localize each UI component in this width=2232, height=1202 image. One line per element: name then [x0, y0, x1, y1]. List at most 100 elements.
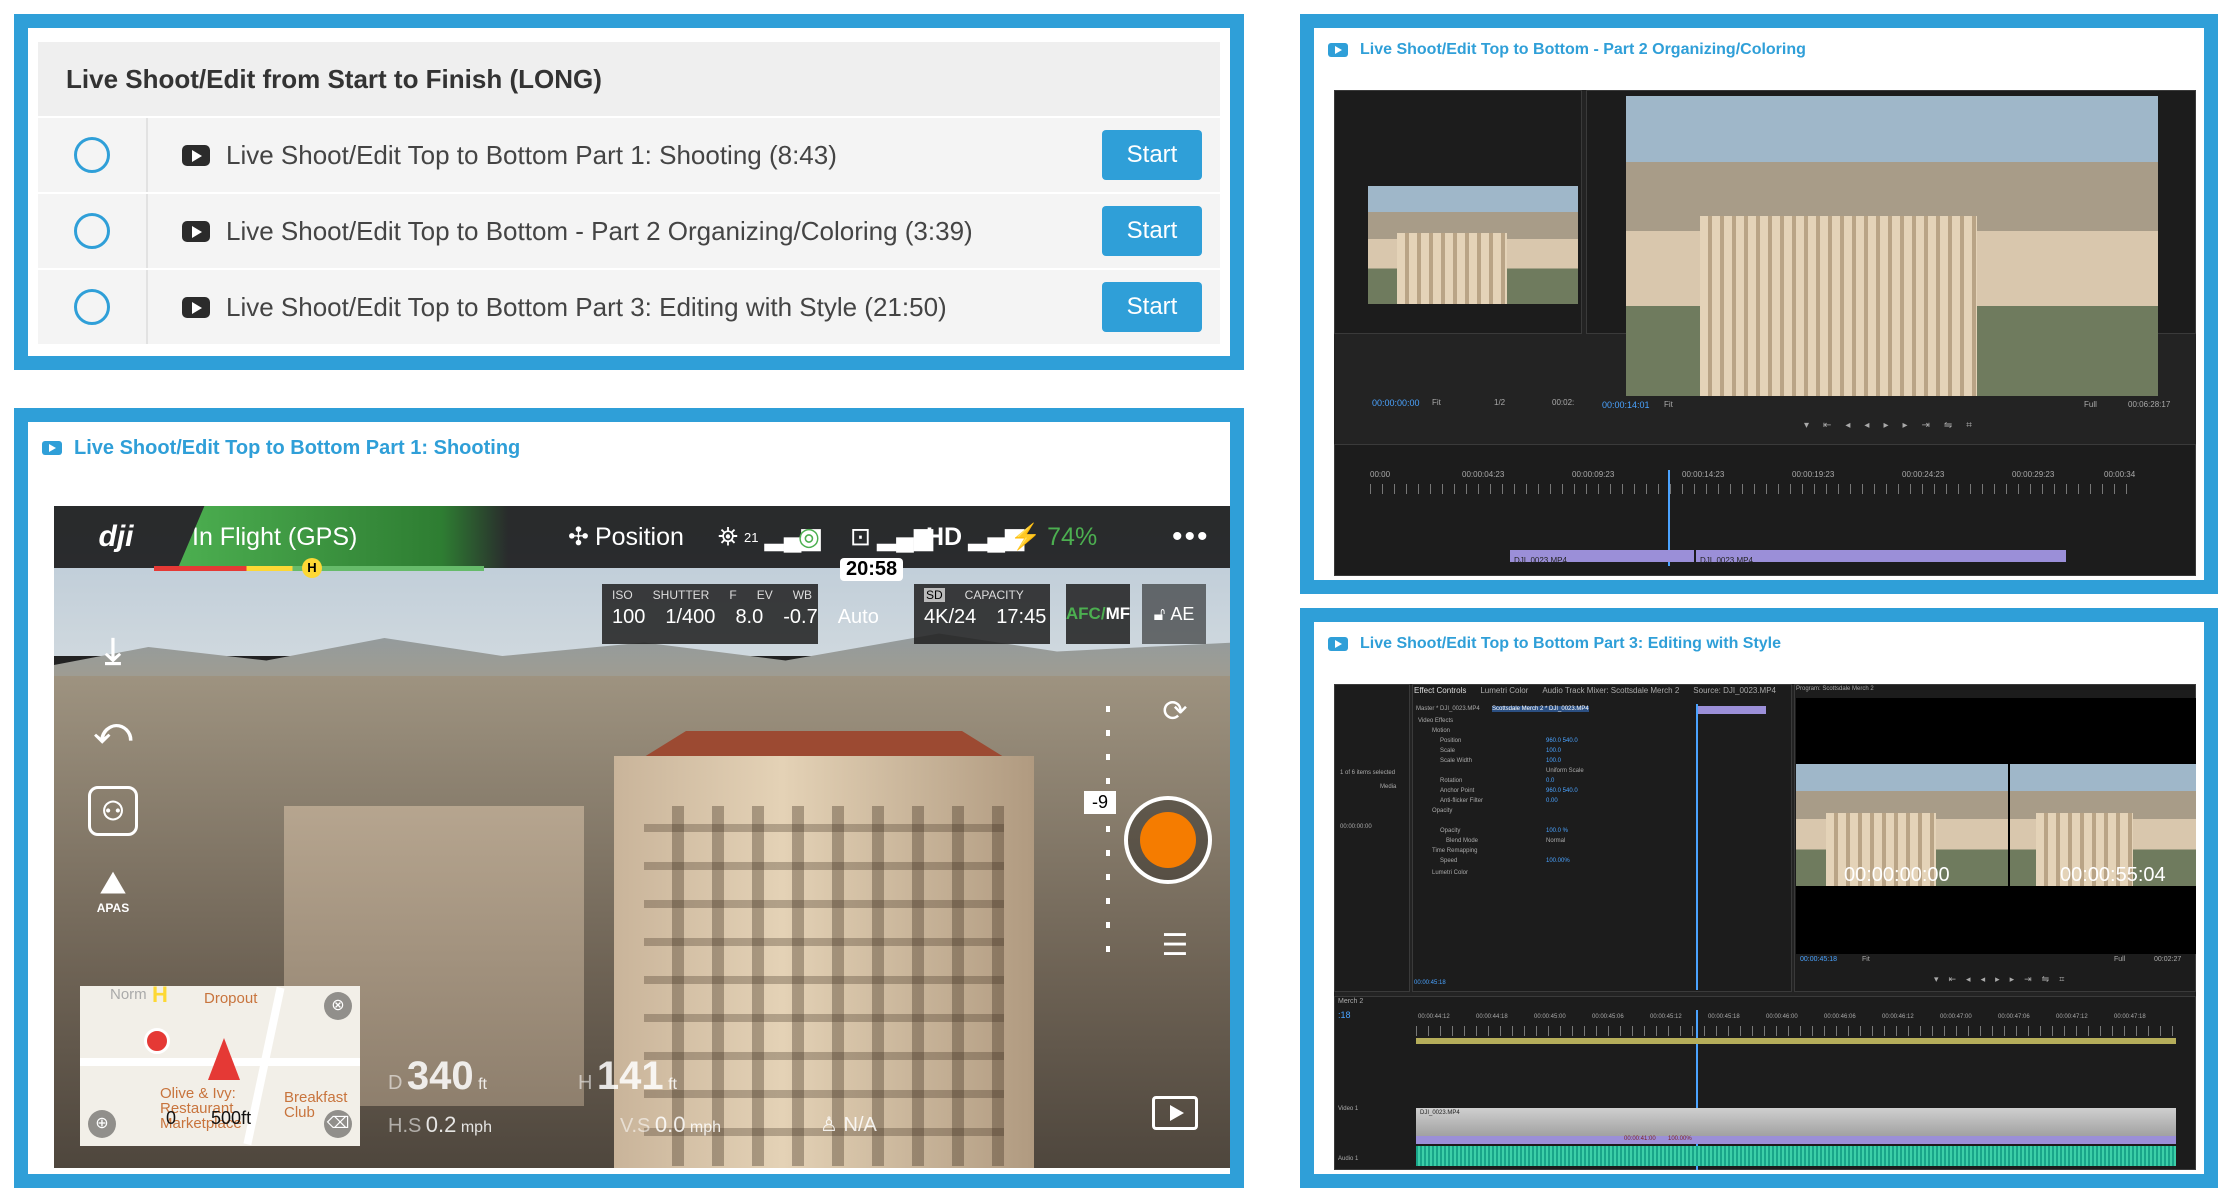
premiere-screen[interactable]: 00:00:00:00 Fit 1/2 00:02: 00:00:14:01 F… [1334, 90, 2196, 576]
lesson-title[interactable]: Live Shoot/Edit Top to Bottom Part 1: Sh… [226, 140, 1102, 171]
lesson-checkbox[interactable] [38, 270, 148, 344]
video-title-bar[interactable]: Live Shoot/Edit Top to Bottom Part 1: Sh… [28, 422, 1230, 474]
position-value[interactable]: 960.0 540.0 [1546, 738, 1578, 744]
quality-dropdown[interactable]: Full [2114, 956, 2125, 963]
tab-effect-controls[interactable]: Effect Controls [1414, 686, 1466, 695]
start-button[interactable]: Start [1102, 206, 1202, 256]
effect-clip[interactable] [1696, 706, 1766, 714]
effect-row[interactable]: Motion [1432, 728, 1450, 734]
transport-controls[interactable]: ▾⇤◂◂▸▸⇥⇋⌗ [1934, 974, 2074, 985]
dji-go-screen[interactable]: dji In Flight (GPS) H ✣ Position ⛯ 21 ▂▄… [54, 506, 1230, 1168]
scale-value[interactable]: 100.0 [1546, 748, 1561, 754]
timeline-ruler[interactable] [1370, 484, 2130, 494]
clip-name: DJI_0023.MP4 [1700, 556, 1753, 565]
lesson-title[interactable]: Live Shoot/Edit Top to Bottom - Part 2 O… [226, 216, 1102, 247]
lesson-row[interactable]: Live Shoot/Edit Top to Bottom - Part 2 O… [38, 192, 1220, 268]
project-bin[interactable] [1334, 684, 1410, 992]
camera-settings[interactable]: ISO SHUTTER F EV WB 100 1/400 8.0 -0.7 A… [602, 584, 879, 644]
map-home-marker: H [152, 986, 168, 1007]
camera-settings-icon[interactable]: ☰ [1152, 928, 1198, 974]
target-icon[interactable]: ⊗ [324, 992, 352, 1020]
work-area-bar[interactable] [1416, 1038, 2176, 1044]
blend-mode-value[interactable]: Normal [1546, 838, 1565, 844]
apas-button[interactable]: ⛰ APAS [88, 866, 138, 916]
adjustment-clip[interactable] [1416, 1136, 2176, 1144]
master-clip[interactable]: Master * DJI_0023.MP4 [1416, 706, 1480, 712]
program-tab[interactable]: Program: Scottsdale Merch 2 [1796, 686, 1874, 692]
ruler-mark: 00:00:45:12 [1650, 1014, 1682, 1020]
zoom-icon[interactable]: ⊕ [88, 1110, 116, 1138]
premiere-screen[interactable]: 1 of 6 items selected Media 00:00:00:00 … [1334, 684, 2196, 1170]
start-button[interactable]: Start [1102, 130, 1202, 180]
video-title-bar[interactable]: Live Shoot/Edit Top to Bottom Part 3: Ed… [1314, 622, 2204, 666]
map-scale-distance: 500ft [211, 1108, 252, 1128]
ruler-mark: 00:00:47:06 [1998, 1014, 2030, 1020]
transport-controls[interactable]: ▾⇤◂◂▸▸⇥⇋⌗ [1804, 420, 1986, 431]
clip-name: DJI_0023.MP4 [1514, 556, 1567, 565]
lesson-title[interactable]: Live Shoot/Edit Top to Bottom Part 3: Ed… [226, 292, 1102, 323]
ruler-mark: 00:00:45:18 [1708, 1014, 1740, 1020]
mini-map[interactable]: Dropout Norm H Olive & Ivy: Restaurant M… [80, 986, 360, 1146]
remote-controller-icon[interactable]: ⚇ [88, 786, 138, 836]
resolution-dropdown[interactable]: 1/2 [1494, 398, 1505, 407]
start-button[interactable]: Start [1102, 282, 1202, 332]
tab-lumetri-color[interactable]: Lumetri Color [1480, 686, 1528, 695]
storage-info[interactable]: SD CAPACITY 4K/24 17:45 [914, 584, 1050, 644]
video-title-bar[interactable]: Live Shoot/Edit Top to Bottom - Part 2 O… [1314, 28, 2204, 72]
timeline-clip[interactable]: DJI_0023.MP4 [1696, 550, 2066, 565]
record-button[interactable] [1124, 796, 1212, 884]
fit-dropdown[interactable]: Fit [1664, 400, 1673, 409]
ruler-mark: 00:00:47:00 [1940, 1014, 1972, 1020]
playback-button[interactable] [1152, 1096, 1198, 1130]
video-title[interactable]: Live Shoot/Edit Top to Bottom Part 3: Ed… [1360, 635, 1781, 653]
lesson-checkbox[interactable] [38, 118, 148, 192]
anchor-value[interactable]: 960.0 540.0 [1546, 788, 1578, 794]
lesson-row[interactable]: Live Shoot/Edit Top to Bottom Part 3: Ed… [38, 268, 1220, 344]
effect-row[interactable]: Opacity [1432, 808, 1452, 814]
opacity-value[interactable]: 100.0 % [1546, 828, 1568, 834]
audio-waveform[interactable] [1416, 1146, 2176, 1166]
ae-lock-button[interactable]: 🔓︎ AE [1142, 584, 1206, 644]
sequence-tab[interactable]: Merch 2 [1338, 998, 1363, 1005]
video-icon [1328, 43, 1348, 57]
tab-source[interactable]: Source: DJI_0023.MP4 [1693, 686, 1776, 695]
playhead[interactable] [1696, 704, 1698, 990]
more-menu-button[interactable]: ••• [1172, 506, 1210, 568]
video-clip[interactable] [1416, 1108, 2176, 1138]
takeoff-icon[interactable]: ⤓ [88, 626, 138, 676]
sequence-clip[interactable]: Scottsdale Merch 2 * DJI_0023.MP4 [1492, 706, 1589, 712]
obstacle-sensing-icon[interactable]: ◎ [798, 506, 820, 568]
battery[interactable]: ⚡ 74% [1010, 506, 1097, 568]
video-icon [42, 441, 62, 455]
tab-audio-mixer[interactable]: Audio Track Mixer: Scottsdale Merch 2 [1542, 686, 1679, 695]
anti-flicker-value[interactable]: 0.00 [1546, 798, 1558, 804]
scale-width-value[interactable]: 100.0 [1546, 758, 1561, 764]
timeline-ruler[interactable] [1416, 1026, 2176, 1036]
fit-dropdown[interactable]: Fit [1862, 956, 1870, 963]
speed-value[interactable]: 100.00% [1546, 858, 1570, 864]
lesson-checkbox[interactable] [38, 194, 148, 268]
video-title[interactable]: Live Shoot/Edit Top to Bottom - Part 2 O… [1360, 41, 1806, 59]
flight-mode[interactable]: ✣ Position [568, 506, 684, 568]
flight-status[interactable]: In Flight (GPS) [178, 506, 508, 568]
height-prefix: H [578, 1072, 593, 1094]
dji-logo[interactable]: dji [54, 520, 178, 554]
record-icon [1140, 812, 1196, 868]
fit-dropdown[interactable]: Fit [1432, 398, 1441, 407]
effect-row[interactable]: Uniform Scale [1546, 768, 1584, 774]
camera-switch-icon[interactable]: ⟳ [1152, 694, 1198, 740]
effect-row[interactable]: Time Remapping [1432, 848, 1477, 854]
effect-row[interactable]: Lumetri Color [1432, 870, 1468, 876]
lesson-row[interactable]: Live Shoot/Edit Top to Bottom Part 1: Sh… [38, 116, 1220, 192]
quality-dropdown[interactable]: Full [2084, 400, 2097, 409]
eraser-icon[interactable]: ⌫ [324, 1110, 352, 1138]
wb-label: WB [792, 588, 813, 602]
timeline-clip[interactable]: DJI_0023.MP4 [1510, 550, 1694, 565]
rotation-value[interactable]: 0.0 [1546, 778, 1554, 784]
video-title[interactable]: Live Shoot/Edit Top to Bottom Part 1: Sh… [74, 437, 520, 460]
effect-row: Anchor Point [1440, 788, 1475, 794]
effect-row: Opacity [1440, 828, 1461, 834]
track-label: Video 1 [1338, 1106, 1359, 1112]
focus-mode-toggle[interactable]: AFC/MF [1066, 584, 1130, 644]
return-home-icon[interactable]: ⤺ [88, 706, 138, 756]
